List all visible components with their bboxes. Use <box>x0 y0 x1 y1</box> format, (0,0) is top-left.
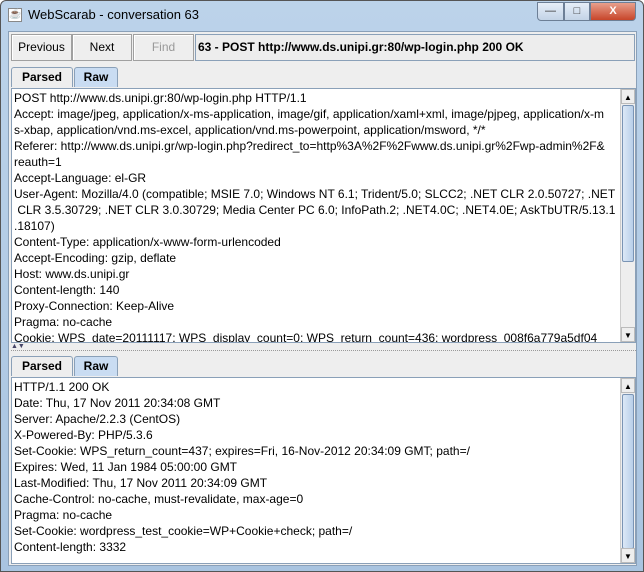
text-line: Accept: image/jpeg, application/x-ms-app… <box>14 107 604 121</box>
text-line: Last-Modified: Thu, 17 Nov 2011 20:34:09… <box>14 476 268 490</box>
java-icon: ☕ <box>8 8 22 22</box>
request-text[interactable]: POST http://www.ds.unipi.gr:80/wp-login.… <box>14 90 619 343</box>
previous-button[interactable]: Previous <box>11 34 72 61</box>
tab-response-raw[interactable]: Raw <box>74 356 118 376</box>
text-line: s-xbap, application/vnd.ms-excel, applic… <box>14 123 486 137</box>
text-line: Content-length: 3332 <box>14 540 127 554</box>
tab-request-parsed[interactable]: Parsed <box>11 67 73 87</box>
text-line: Content-Type: application/x-www-form-url… <box>14 235 281 249</box>
response-raw-text[interactable]: HTTP/1.1 200 OK Date: Thu, 17 Nov 2011 20… <box>11 377 636 564</box>
find-button[interactable]: Find <box>133 34 194 61</box>
close-button[interactable]: X <box>590 2 636 21</box>
text-line: Accept-Language: el-GR <box>14 171 147 185</box>
text-line: POST http://www.ds.unipi.gr:80/wp-login.… <box>14 91 307 105</box>
tab-request-raw[interactable]: Raw <box>74 67 118 87</box>
text-line: Cookie: WPS_date=20111117; WPS_display_c… <box>14 331 598 343</box>
scroll-up-icon[interactable]: ▲ <box>621 89 635 104</box>
text-line: Pragma: no-cache <box>14 508 113 522</box>
text-line: Accept-Encoding: gzip, deflate <box>14 251 177 265</box>
request-scrollbar[interactable]: ▲ ▼ <box>620 89 635 342</box>
text-line: .18107) <box>14 219 55 233</box>
text-line: reauth=1 <box>14 155 62 169</box>
tab-response-parsed[interactable]: Parsed <box>11 356 73 376</box>
scroll-thumb[interactable] <box>622 105 634 262</box>
divider-arrows-icon[interactable]: ▲▼ <box>11 343 25 350</box>
split-pane-divider[interactable]: ▲▼ <box>11 343 636 351</box>
window-title: WebScarab - conversation 63 <box>28 7 200 22</box>
scroll-up-icon[interactable]: ▲ <box>621 378 635 393</box>
response-scrollbar[interactable]: ▲ ▼ <box>620 378 635 563</box>
text-line: Content-length: 140 <box>14 283 120 297</box>
scroll-down-icon[interactable]: ▼ <box>621 548 635 563</box>
text-line: Date: Thu, 17 Nov 2011 20:34:08 GMT <box>14 396 221 410</box>
text-line: User-Agent: Mozilla/4.0 (compatible; MSI… <box>14 187 616 201</box>
text-line: Expires: Wed, 11 Jan 1984 05:00:00 GMT <box>14 460 238 474</box>
text-line: Cache-Control: no-cache, must-revalidate… <box>14 492 304 506</box>
window: ☕ WebScarab - conversation 63 — □ X Prev… <box>0 0 644 572</box>
response-text[interactable]: HTTP/1.1 200 OK Date: Thu, 17 Nov 2011 20… <box>14 379 619 555</box>
text-line: Set-Cookie: wordpress_test_cookie=WP+Coo… <box>14 524 353 538</box>
text-line: Server: Apache/2.2.3 (CentOS) <box>14 412 181 426</box>
text-line: Proxy-Connection: Keep-Alive <box>14 299 175 313</box>
text-line: HTTP/1.1 200 OK <box>14 380 110 394</box>
text-line: Host: www.ds.unipi.gr <box>14 267 130 281</box>
text-line: Set-Cookie: WPS_return_count=437; expire… <box>14 444 470 458</box>
scroll-thumb[interactable] <box>622 394 634 549</box>
text-line: Pragma: no-cache <box>14 315 113 329</box>
text-line: X-Powered-By: PHP/5.3.6 <box>14 428 153 442</box>
scroll-down-icon[interactable]: ▼ <box>621 327 635 342</box>
conversation-summary: 63 - POST http://www.ds.unipi.gr:80/wp-l… <box>195 34 635 61</box>
title-bar[interactable]: ☕ WebScarab - conversation 63 — □ X <box>1 1 643 29</box>
maximize-button[interactable]: □ <box>564 2 590 21</box>
client-area: Previous Next Find 63 - POST http://www.… <box>8 31 637 566</box>
next-button[interactable]: Next <box>72 34 132 61</box>
minimize-button[interactable]: — <box>537 2 564 21</box>
text-line: Referer: http://www.ds.unipi.gr/wp-login… <box>14 139 605 153</box>
text-line: CLR 3.5.30729; .NET CLR 3.0.30729; Media… <box>14 203 616 217</box>
request-raw-text[interactable]: POST http://www.ds.unipi.gr:80/wp-login.… <box>11 88 636 343</box>
